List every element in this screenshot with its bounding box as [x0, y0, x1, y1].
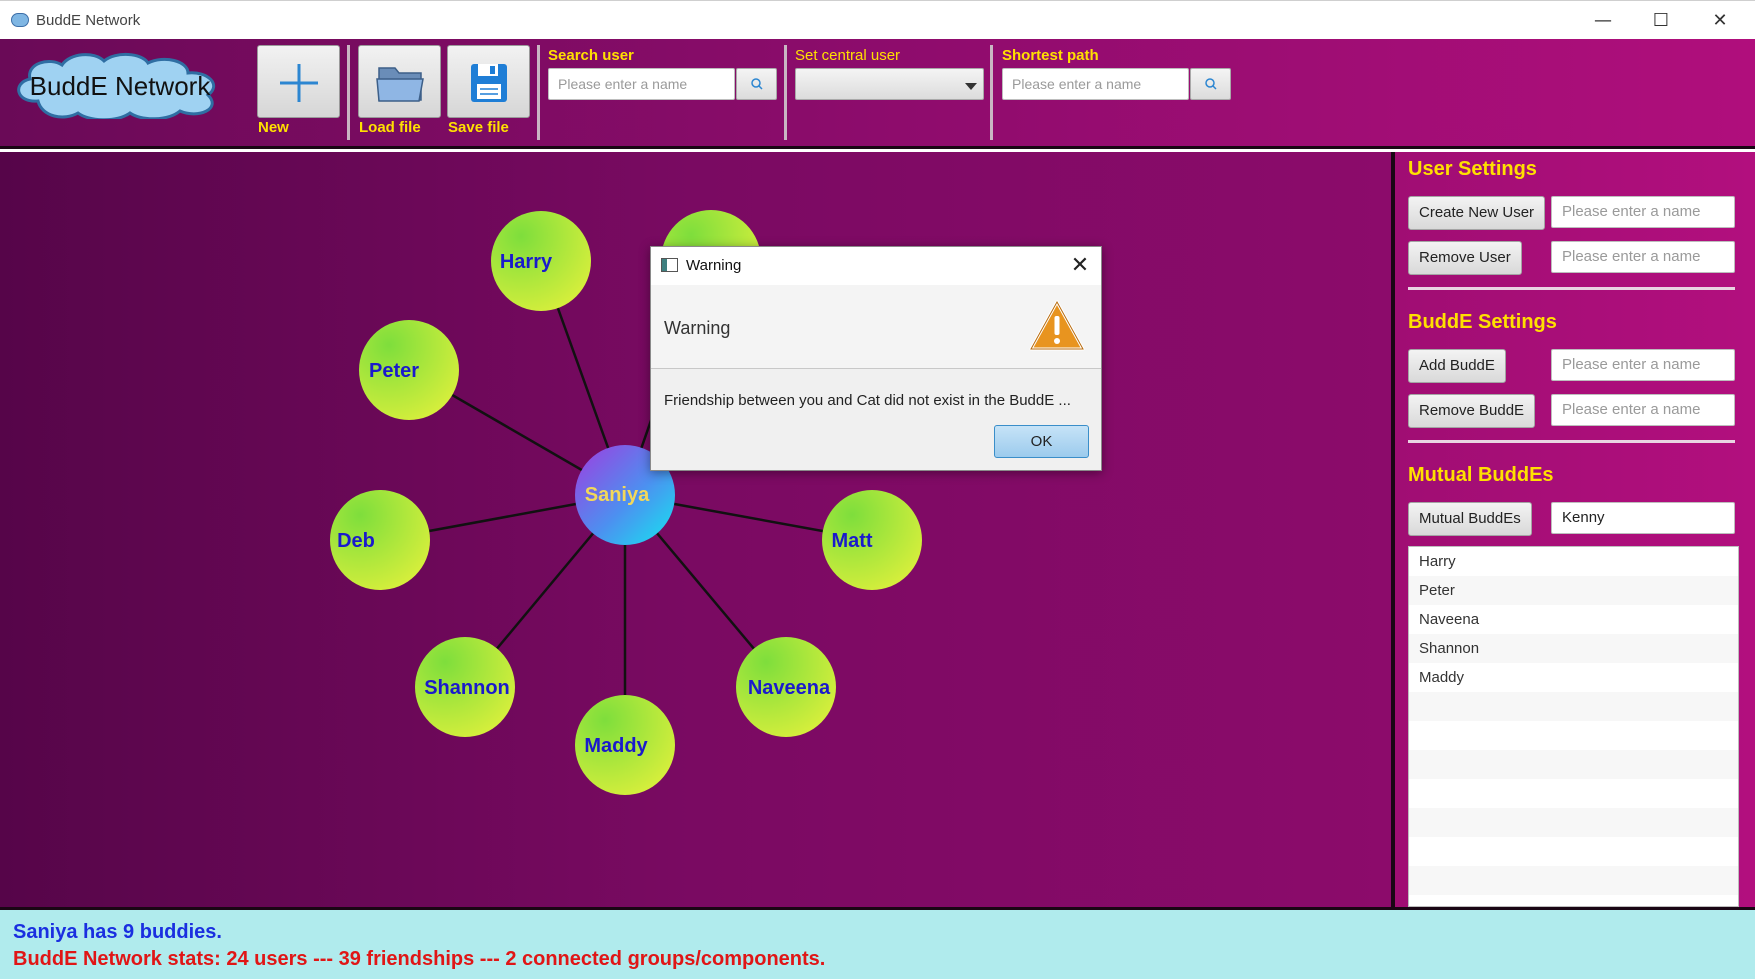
buddy-name: Maddy — [584, 735, 648, 757]
list-item[interactable]: Maddy — [1409, 663, 1738, 692]
toolbar-separator — [990, 45, 993, 140]
toolbar-separator — [784, 45, 787, 140]
toolbar: BuddE Network New Load file Save file Se… — [0, 39, 1755, 149]
remove-user-button[interactable]: Remove User — [1408, 241, 1522, 275]
search-icon — [1205, 78, 1217, 90]
empty-list-row — [1409, 895, 1738, 906]
logo-text: BuddE Network — [30, 71, 212, 101]
save-file-button[interactable] — [447, 45, 530, 118]
create-user-button[interactable]: Create New User — [1408, 196, 1546, 230]
remove-budde-input[interactable]: Please enter a name — [1551, 394, 1735, 426]
buddy-count-status: Saniya has 9 buddies. — [13, 921, 222, 943]
remove-user-input[interactable]: Please enter a name — [1551, 241, 1735, 273]
ok-button[interactable]: OK — [994, 425, 1089, 458]
logo: BuddE Network — [17, 53, 216, 119]
load-file-label: Load file — [359, 119, 421, 136]
new-button[interactable] — [257, 45, 340, 118]
dialog-header: Warning — [651, 285, 1101, 369]
warning-triangle-icon — [1029, 300, 1085, 351]
toolbar-separator — [537, 45, 540, 140]
warning-dialog: Warning ✕ Warning Friendship between you… — [650, 246, 1102, 471]
shortest-path-input[interactable]: Please enter a name — [1002, 68, 1189, 100]
window-title: BuddE Network — [36, 12, 141, 29]
empty-list-row — [1409, 808, 1738, 837]
search-icon — [751, 78, 763, 90]
buddy-name: Matt — [831, 530, 872, 552]
floppy-disk-icon — [471, 64, 507, 102]
mutual-buddes-heading: Mutual BuddEs — [1408, 464, 1554, 486]
load-file-button[interactable] — [358, 45, 441, 118]
central-user-caption: Set central user — [795, 47, 901, 64]
window-icon — [661, 258, 678, 272]
budde-settings-heading: BuddE Settings — [1408, 311, 1557, 333]
mutual-buddes-list[interactable]: Harry Peter Naveena Shannon Maddy — [1408, 546, 1739, 907]
buddy-name: Shannon — [424, 677, 510, 699]
minimize-button[interactable]: — — [1580, 7, 1626, 35]
buddy-name: Harry — [500, 251, 553, 273]
buddy-node-peter[interactable]: Peter — [359, 320, 459, 420]
buddy-node-harry[interactable]: Harry — [491, 211, 591, 311]
plus-icon — [280, 64, 318, 102]
create-user-input[interactable]: Please enter a name — [1551, 196, 1735, 228]
dialog-header-text: Warning — [664, 318, 731, 338]
buddy-node-deb[interactable]: Deb — [330, 490, 430, 590]
central-user-select[interactable] — [795, 68, 984, 100]
empty-list-row — [1409, 692, 1738, 721]
close-window-button[interactable]: ✕ — [1697, 7, 1743, 35]
maximize-button[interactable]: ☐ — [1638, 7, 1684, 35]
dialog-title-bar: Warning ✕ — [651, 247, 1101, 285]
empty-list-row — [1409, 866, 1738, 895]
dialog-title: Warning — [686, 257, 742, 274]
buddy-node-maddy[interactable]: Maddy — [575, 695, 675, 795]
buddy-name: Deb — [337, 530, 375, 552]
user-settings-heading: User Settings — [1408, 158, 1537, 180]
folder-icon — [376, 67, 424, 102]
add-budde-input[interactable]: Please enter a name — [1551, 349, 1735, 381]
search-user-caption: Search user — [548, 47, 634, 64]
section-divider — [1408, 440, 1735, 443]
empty-list-row — [1409, 721, 1738, 750]
status-bar: Saniya has 9 buddies. BuddE Network stat… — [0, 907, 1755, 979]
empty-list-row — [1409, 779, 1738, 808]
list-item[interactable]: Naveena — [1409, 605, 1738, 634]
toolbar-separator — [347, 45, 350, 140]
dialog-close-button[interactable]: ✕ — [1065, 251, 1095, 281]
shortest-path-button[interactable] — [1190, 68, 1231, 100]
chevron-down-icon — [965, 83, 977, 90]
save-file-label: Save file — [448, 119, 509, 136]
section-divider — [1408, 287, 1735, 290]
network-stats-status: BuddE Network stats: 24 users --- 39 fri… — [13, 948, 826, 970]
buddy-node-matt[interactable]: Matt — [822, 490, 922, 590]
app-window: BuddE Network — ☐ ✕ BuddE Network New Lo… — [0, 0, 1755, 979]
empty-list-row — [1409, 750, 1738, 779]
app-icon — [11, 13, 29, 27]
buddy-node-shannon[interactable]: Shannon — [415, 637, 515, 737]
add-budde-button[interactable]: Add BuddE — [1408, 349, 1506, 383]
central-user-name: Saniya — [585, 484, 650, 506]
shortest-path-caption: Shortest path — [1002, 47, 1099, 64]
dialog-message: Friendship between you and Cat did not e… — [664, 392, 1071, 409]
empty-list-row — [1409, 837, 1738, 866]
new-label: New — [258, 119, 289, 136]
list-item[interactable]: Shannon — [1409, 634, 1738, 663]
settings-panel: User Settings Create New User Please ent… — [1395, 152, 1755, 907]
buddy-name: Naveena — [748, 677, 831, 699]
mutual-buddes-button[interactable]: Mutual BuddEs — [1408, 502, 1532, 536]
title-bar: BuddE Network — ☐ ✕ — [0, 0, 1755, 39]
buddy-name: Peter — [369, 360, 419, 382]
buddy-node-naveena[interactable]: Naveena — [736, 637, 836, 737]
list-item[interactable]: Peter — [1409, 576, 1738, 605]
mutual-buddes-input[interactable]: Kenny — [1551, 502, 1735, 534]
remove-budde-button[interactable]: Remove BuddE — [1408, 394, 1536, 428]
list-item[interactable]: Harry — [1409, 547, 1738, 576]
search-user-input[interactable]: Please enter a name — [548, 68, 735, 100]
search-user-button[interactable] — [736, 68, 777, 100]
